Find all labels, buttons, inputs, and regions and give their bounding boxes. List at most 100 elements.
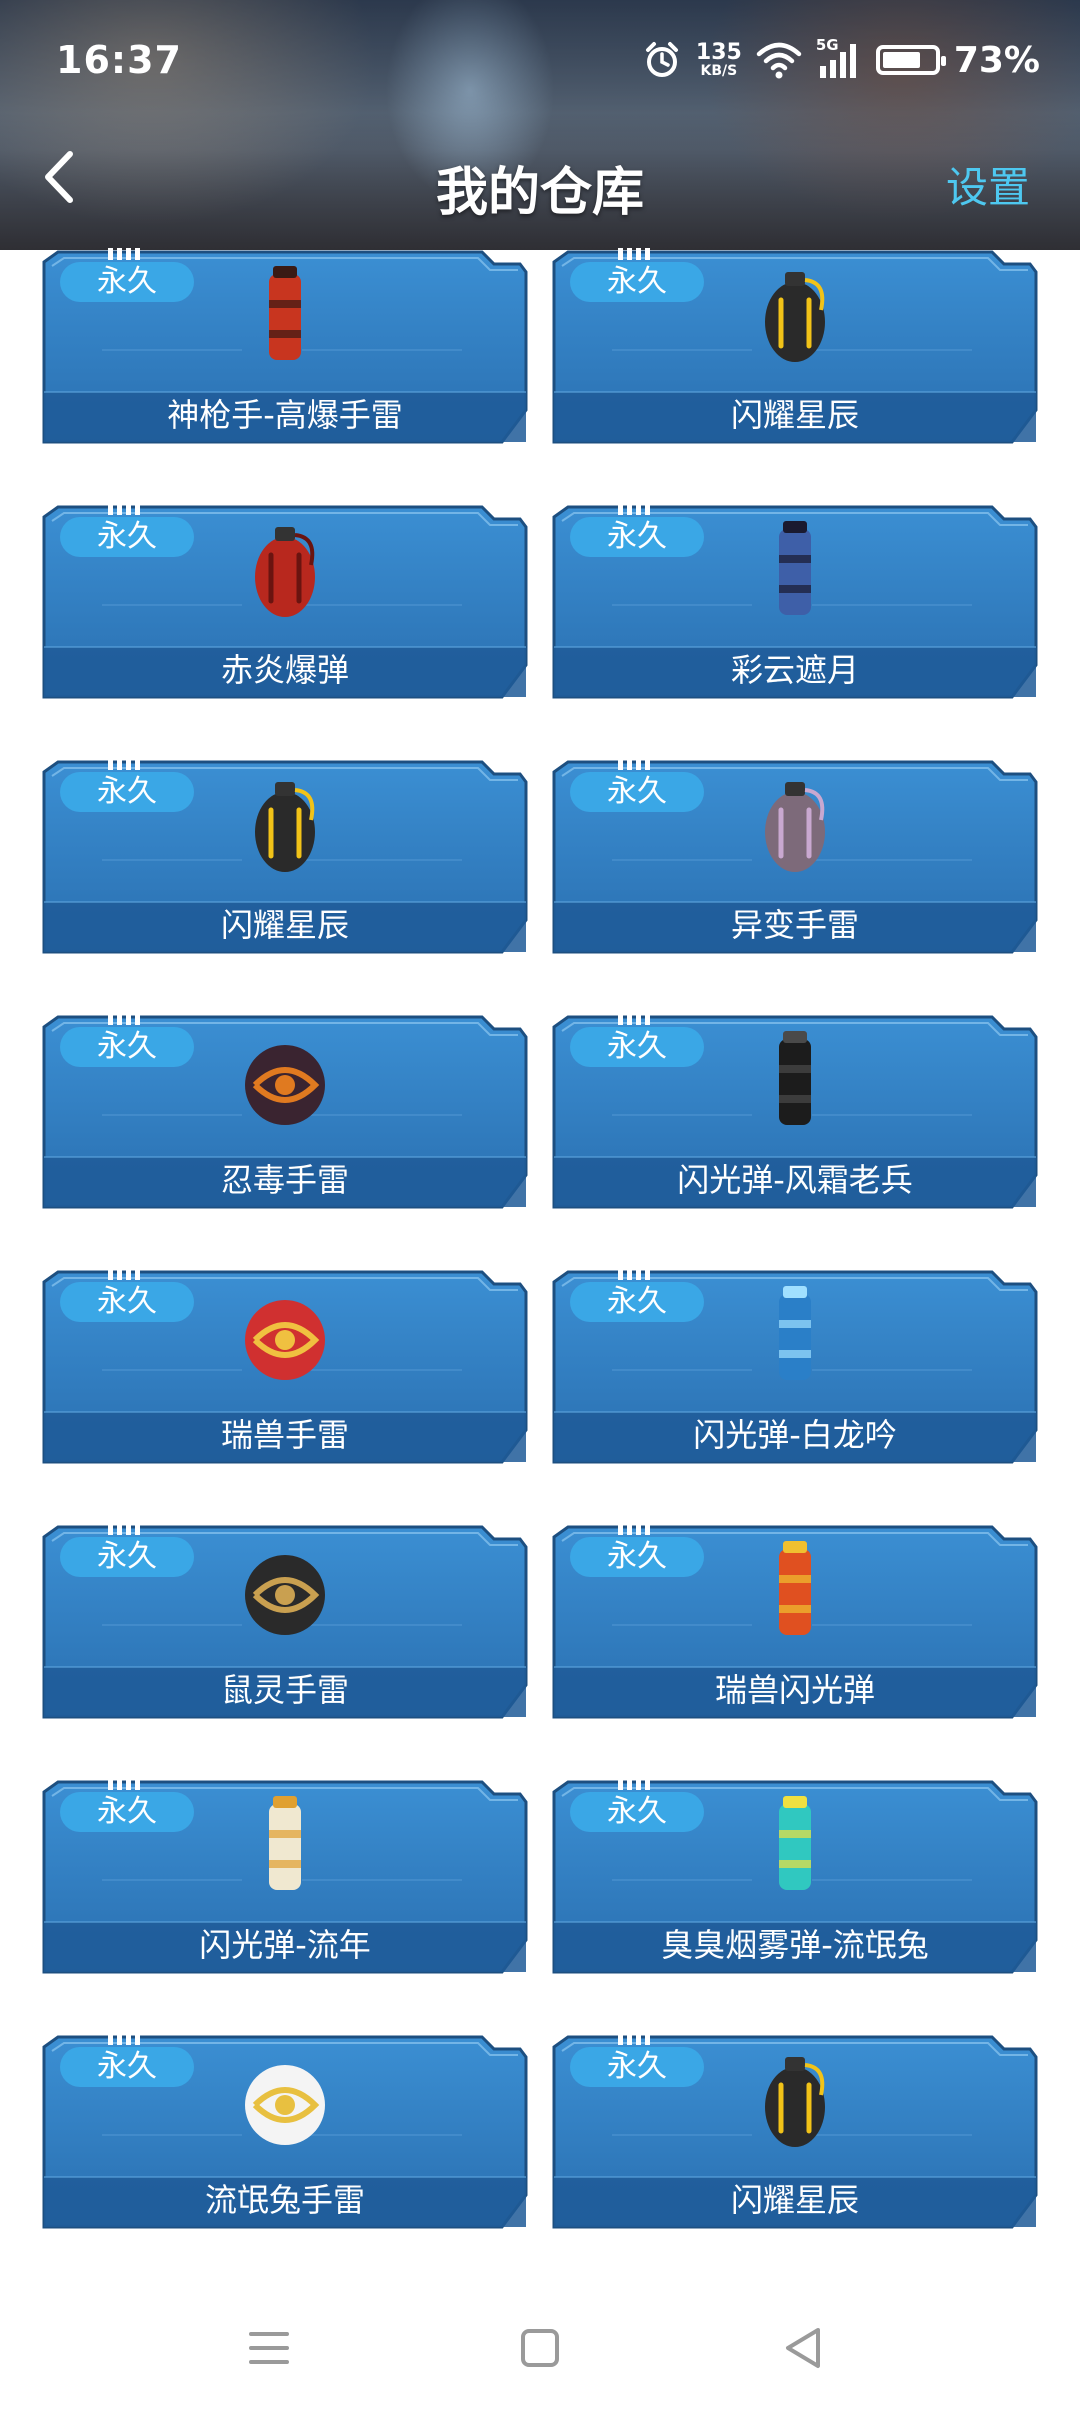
item-image xyxy=(735,1790,855,1902)
item-card[interactable]: 永久 鼠灵手雷 xyxy=(42,1523,528,1720)
item-image xyxy=(225,770,345,882)
permanent-badge: 永久 xyxy=(570,1027,704,1067)
item-name: 鼠灵手雷 xyxy=(220,1671,349,1709)
menu-icon xyxy=(249,2332,289,2364)
grenade-icon xyxy=(255,527,315,617)
permanent-badge: 永久 xyxy=(60,1537,194,1577)
wifi-icon xyxy=(756,42,802,79)
card-tick-marks xyxy=(108,758,140,770)
permanent-badge: 永久 xyxy=(60,2047,194,2087)
item-name: 彩云遮月 xyxy=(730,651,859,689)
item-name: 异变手雷 xyxy=(730,906,859,944)
permanent-badge: 永久 xyxy=(570,2047,704,2087)
back-nav-button[interactable] xyxy=(776,2320,832,2376)
item-name: 闪光弹-风霜老兵 xyxy=(677,1161,913,1199)
network-speed-unit: KB/S xyxy=(700,63,738,79)
item-name: 流氓兔手雷 xyxy=(204,2181,365,2219)
system-nav-bar xyxy=(0,2290,1080,2400)
item-card[interactable]: 永久 闪耀星辰 xyxy=(552,248,1038,445)
header-banner: 16:37 135 KB/S 5G 73% 我的仓库 设置 xyxy=(0,0,1080,250)
card-tick-marks xyxy=(618,2033,650,2045)
item-card[interactable]: 永久 闪光弹-白龙吟 xyxy=(552,1268,1038,1465)
item-name: 闪耀星辰 xyxy=(220,906,349,944)
back-triangle-icon xyxy=(786,2328,820,2368)
item-card[interactable]: 永久 闪光弹-流年 xyxy=(42,1778,528,1975)
item-card[interactable]: 永久 瑞兽手雷 xyxy=(42,1268,528,1465)
grenade-icon xyxy=(245,2065,325,2145)
item-image xyxy=(735,260,855,372)
network-speed: 135 KB/S xyxy=(695,40,742,79)
item-card[interactable]: 永久 忍毒手雷 xyxy=(42,1013,528,1210)
grenade-icon xyxy=(765,272,825,362)
item-card[interactable]: 永久 臭臭烟雾弹-流氓兔 xyxy=(552,1778,1038,1975)
card-tick-marks xyxy=(108,1013,140,1025)
grenade-icon xyxy=(779,1541,811,1635)
item-name: 闪耀星辰 xyxy=(730,2181,859,2219)
item-name: 瑞兽手雷 xyxy=(220,1416,349,1454)
permanent-badge: 永久 xyxy=(60,1792,194,1832)
item-image xyxy=(225,1535,345,1647)
grenade-icon xyxy=(779,1286,811,1380)
permanent-badge: 永久 xyxy=(60,262,194,302)
card-tick-marks xyxy=(618,1778,650,1790)
card-tick-marks xyxy=(618,503,650,515)
grenade-icon xyxy=(269,266,301,360)
permanent-badge: 永久 xyxy=(60,1027,194,1067)
item-card[interactable]: 永久 神枪手-高爆手雷 xyxy=(42,248,528,445)
card-tick-marks xyxy=(618,1268,650,1280)
menu-button[interactable] xyxy=(241,2320,297,2376)
warehouse-screen: 16:37 135 KB/S 5G 73% 我的仓库 设置 永久 神枪手-高爆手… xyxy=(0,0,1080,2412)
battery-icon xyxy=(875,45,946,75)
card-tick-marks xyxy=(618,1013,650,1025)
card-tick-marks xyxy=(108,248,140,260)
item-card[interactable]: 永久 瑞兽闪光弹 xyxy=(552,1523,1038,1720)
signal-indicator: 5G xyxy=(816,36,862,80)
item-image xyxy=(735,1535,855,1647)
item-card[interactable]: 永久 彩云遮月 xyxy=(552,503,1038,700)
permanent-badge: 永久 xyxy=(570,772,704,812)
item-name: 忍毒手雷 xyxy=(220,1161,349,1199)
item-image xyxy=(735,1280,855,1392)
item-card[interactable]: 永久 赤炎爆弹 xyxy=(42,503,528,700)
status-time: 16:37 xyxy=(56,38,182,82)
item-card[interactable]: 永久 闪耀星辰 xyxy=(552,2033,1038,2230)
item-image xyxy=(225,1790,345,1902)
item-name: 赤炎爆弹 xyxy=(220,651,349,689)
page-title: 我的仓库 xyxy=(435,163,644,223)
home-square-icon xyxy=(521,2329,559,2367)
grenade-icon xyxy=(245,1555,325,1635)
permanent-badge: 永久 xyxy=(570,1282,704,1322)
network-speed-value: 135 xyxy=(695,40,742,65)
alarm-icon xyxy=(645,42,678,77)
item-image xyxy=(735,770,855,882)
card-tick-marks xyxy=(618,248,650,260)
item-name: 神枪手-高爆手雷 xyxy=(167,396,403,434)
item-image xyxy=(225,2045,345,2157)
grenade-icon xyxy=(245,1045,325,1125)
item-card[interactable]: 永久 流氓兔手雷 xyxy=(42,2033,528,2230)
grenade-icon xyxy=(779,1031,811,1125)
permanent-badge: 永久 xyxy=(570,1792,704,1832)
home-button[interactable] xyxy=(512,2320,568,2376)
item-image xyxy=(225,1025,345,1137)
item-image xyxy=(225,1280,345,1392)
grenade-icon xyxy=(245,1300,325,1380)
item-card[interactable]: 永久 闪光弹-风霜老兵 xyxy=(552,1013,1038,1210)
settings-button[interactable]: 设置 xyxy=(946,154,1030,215)
item-name: 闪光弹-白龙吟 xyxy=(693,1416,897,1454)
signal-icon xyxy=(819,44,856,78)
permanent-badge: 永久 xyxy=(60,1282,194,1322)
battery-fill xyxy=(882,52,920,68)
permanent-badge: 永久 xyxy=(570,517,704,557)
item-name: 闪光弹-流年 xyxy=(199,1926,371,1964)
card-tick-marks xyxy=(108,2033,140,2045)
card-tick-marks xyxy=(618,1523,650,1535)
item-name: 闪耀星辰 xyxy=(730,396,859,434)
battery-percent: 73% xyxy=(953,39,1040,81)
item-card[interactable]: 永久 异变手雷 xyxy=(552,758,1038,955)
permanent-badge: 永久 xyxy=(60,772,194,812)
nav-bar: 我的仓库 设置 xyxy=(0,120,1080,240)
item-card[interactable]: 永久 闪耀星辰 xyxy=(42,758,528,955)
item-image xyxy=(225,515,345,627)
permanent-badge: 永久 xyxy=(570,1537,704,1577)
